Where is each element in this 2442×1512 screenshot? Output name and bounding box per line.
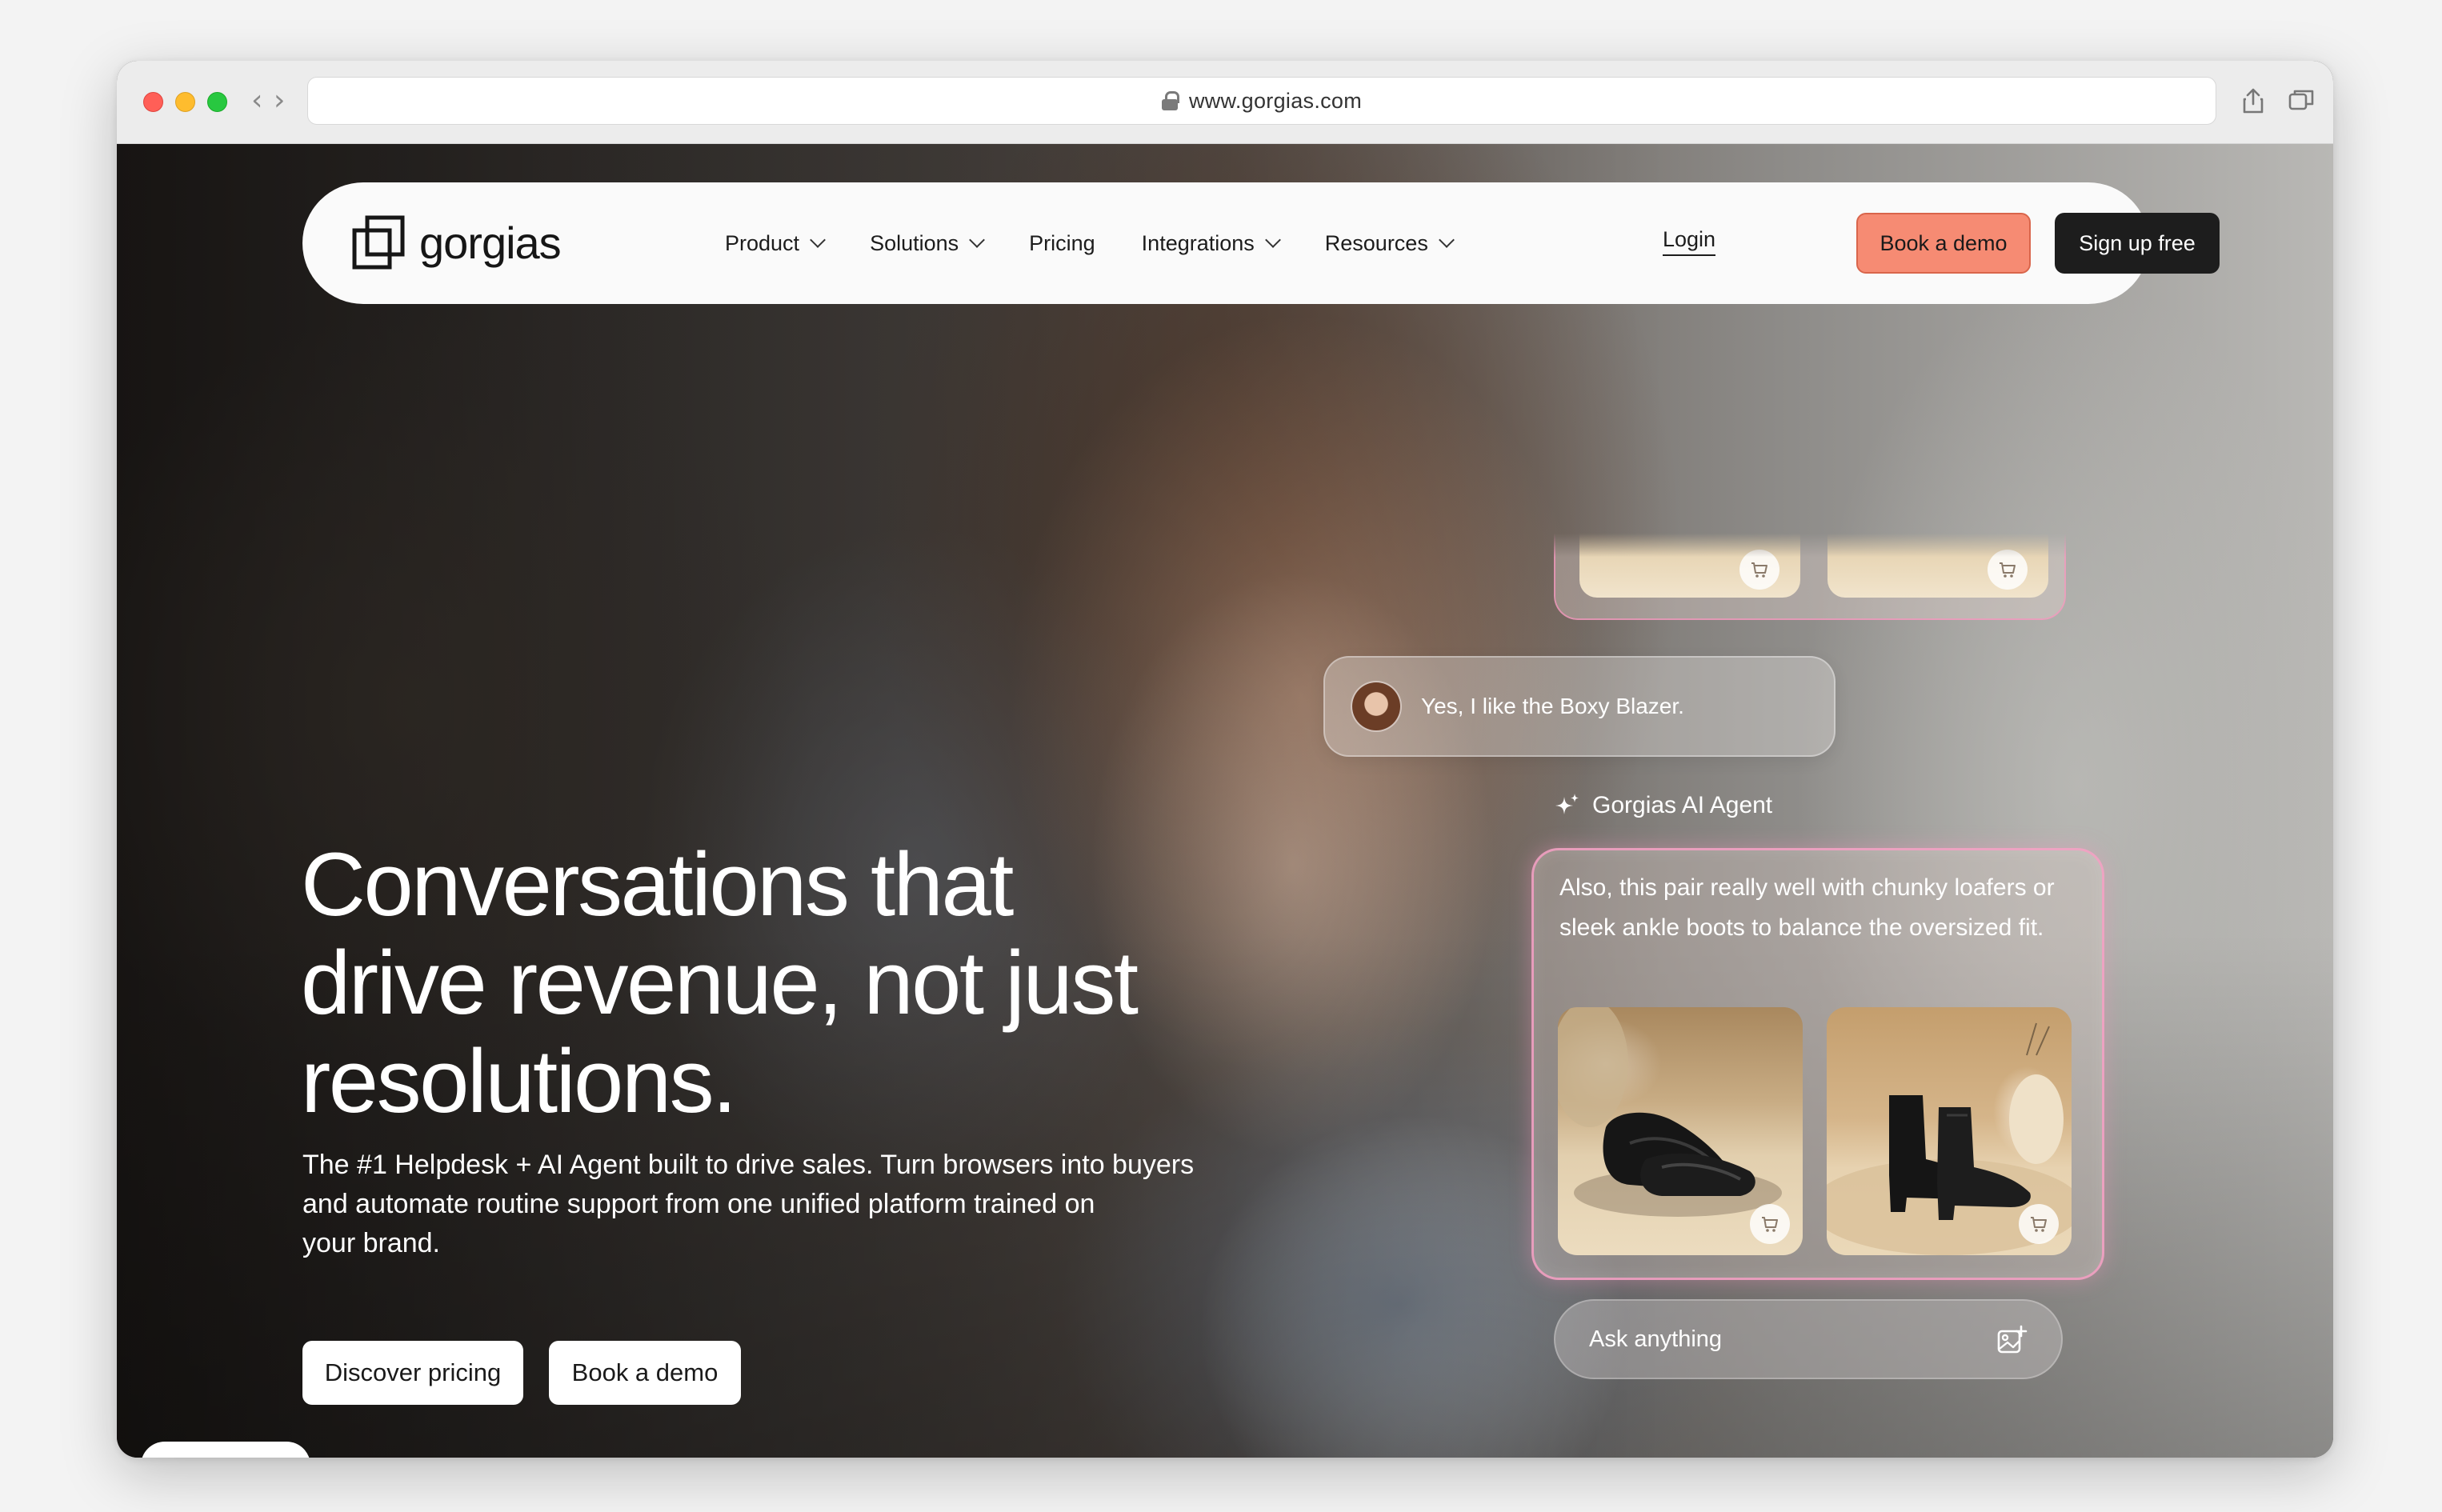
book-demo-button[interactable]: Book a demo (549, 1341, 741, 1405)
chat-input[interactable]: Ask anything (1554, 1299, 2063, 1379)
site-navbar: gorgias Product Solutions Pricing Integr… (302, 182, 2220, 304)
menu-item-label: Solutions (870, 230, 959, 255)
cart-icon[interactable] (1739, 550, 1779, 590)
cart-icon[interactable] (1988, 550, 2028, 590)
chevron-down-icon (1264, 232, 1281, 248)
signup-button[interactable]: Sign up free (2055, 213, 2220, 274)
brand-name: gorgias (419, 217, 562, 268)
chat-input-placeholder: Ask anything (1589, 1326, 1723, 1352)
subtext-line: and automate routine support from one un… (302, 1189, 1095, 1219)
subtext-line: your brand. (302, 1228, 440, 1258)
hero-headline: Conversations that drive revenue, not ju… (301, 835, 1229, 1130)
subtext-line: The #1 Helpdesk + AI Agent built to driv… (302, 1150, 1195, 1180)
menu-item-pricing[interactable]: Pricing (1029, 231, 1095, 256)
user-message: Yes, I like the Boxy Blazer. (1421, 694, 1684, 718)
agent-message: Also, this pair really well with chunky … (1559, 868, 2080, 948)
menu-item-resources[interactable]: Resources (1324, 230, 1455, 256)
agent-chat-card: Also, this pair really well with chunky … (1531, 848, 2104, 1280)
chevron-down-icon (969, 232, 986, 248)
zoom-window-button[interactable] (207, 92, 227, 112)
minimize-window-button[interactable] (175, 92, 195, 112)
main-menu: Product Solutions Pricing Integrations R… (725, 182, 1499, 304)
back-arrow-icon[interactable]: ‹ (251, 83, 262, 118)
agent-message-line: Also, this pair really well with chunky … (1559, 874, 2055, 901)
product-card-ankle-boots[interactable] (1827, 1007, 2072, 1255)
brand-logo[interactable]: gorgias (352, 214, 562, 270)
previous-product-suggestions (1554, 480, 2066, 620)
sparkle-icon (1555, 794, 1579, 814)
browser-window: ‹ › www.gorgias.com gorgias Product Solu… (117, 61, 2333, 1458)
cookie-banner-peek[interactable] (141, 1442, 310, 1458)
menu-item-label: Pricing (1029, 230, 1095, 255)
menu-item-integrations[interactable]: Integrations (1141, 230, 1281, 256)
close-window-button[interactable] (143, 92, 163, 112)
agent-name: Gorgias AI Agent (1592, 792, 1773, 818)
menu-item-solutions[interactable]: Solutions (870, 230, 986, 256)
menu-item-label: Resources (1324, 230, 1428, 255)
discover-pricing-button[interactable]: Discover pricing (302, 1341, 523, 1405)
address-bar[interactable]: www.gorgias.com (307, 77, 2216, 125)
lock-icon (1161, 91, 1179, 110)
product-thumbnail[interactable] (1579, 498, 1800, 598)
product-thumbnail[interactable] (1827, 498, 2048, 598)
headline-line: Conversations that (301, 834, 1014, 934)
menu-item-label: Product (725, 230, 800, 255)
login-link[interactable]: Login (1663, 227, 1716, 256)
share-icon[interactable] (2237, 85, 2269, 117)
gorgias-logo-icon (352, 215, 405, 270)
browser-toolbar: ‹ › www.gorgias.com (117, 61, 2333, 144)
headline-line: resolutions. (301, 1031, 737, 1131)
user-avatar (1351, 681, 1402, 732)
image-add-icon[interactable] (1996, 1325, 2028, 1357)
tabs-overview-icon[interactable] (2285, 85, 2317, 117)
forward-arrow-icon[interactable]: › (274, 83, 285, 118)
cart-icon[interactable] (2019, 1204, 2059, 1244)
url-text: www.gorgias.com (1188, 88, 1363, 113)
product-card-loafers[interactable] (1558, 1007, 1803, 1255)
agent-message-line: sleek ankle boots to balance the oversiz… (1559, 914, 2044, 941)
agent-label: Gorgias AI Agent (1554, 792, 1772, 819)
hero-subtext: The #1 Helpdesk + AI Agent built to driv… (302, 1146, 1199, 1263)
chevron-down-icon (810, 232, 826, 248)
chevron-down-icon (1438, 232, 1455, 248)
hero-section: gorgias Product Solutions Pricing Integr… (117, 144, 2333, 1458)
headline-line: drive revenue, not just (301, 933, 1139, 1033)
cart-icon[interactable] (1750, 1204, 1790, 1244)
user-chat-bubble: Yes, I like the Boxy Blazer. (1323, 656, 1836, 757)
menu-item-product[interactable]: Product (725, 230, 826, 256)
menu-item-label: Integrations (1141, 230, 1255, 255)
book-demo-nav-button[interactable]: Book a demo (1856, 213, 2031, 274)
